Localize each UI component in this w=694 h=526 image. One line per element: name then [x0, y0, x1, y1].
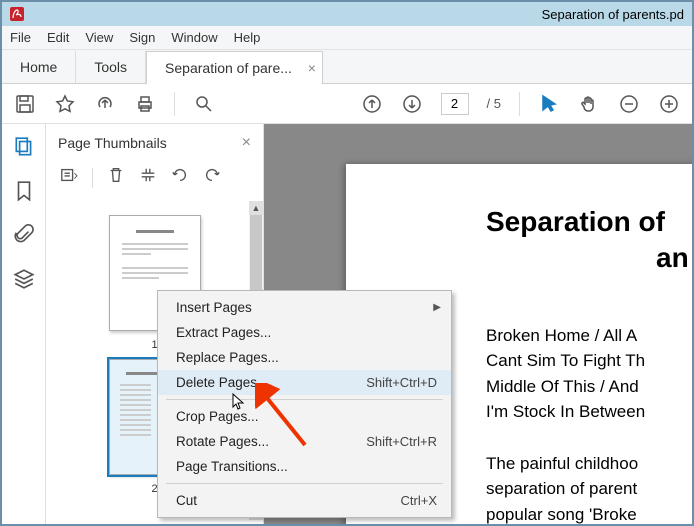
- page-down-icon[interactable]: [401, 93, 423, 115]
- window-title: Separation of parents.pd: [542, 7, 684, 22]
- rotate-ccw-icon[interactable]: [171, 166, 189, 189]
- panel-close-icon[interactable]: ×: [242, 134, 251, 152]
- zoom-in-icon[interactable]: [658, 93, 680, 115]
- delete-icon[interactable]: [107, 166, 125, 189]
- menu-edit[interactable]: Edit: [47, 30, 69, 45]
- insert-icon[interactable]: [139, 166, 157, 189]
- annotation-arrow-icon: [255, 383, 310, 456]
- toolbar: / 5: [2, 84, 692, 124]
- doc-heading: Separation of an: [486, 204, 692, 277]
- upload-icon[interactable]: [94, 93, 116, 115]
- save-icon[interactable]: [14, 93, 36, 115]
- star-icon[interactable]: [54, 93, 76, 115]
- search-icon[interactable]: [193, 93, 215, 115]
- menu-view[interactable]: View: [85, 30, 113, 45]
- tab-tools[interactable]: Tools: [76, 51, 146, 83]
- rotate-cw-icon[interactable]: [203, 166, 221, 189]
- print-icon[interactable]: [134, 93, 156, 115]
- separator: [519, 92, 520, 116]
- page-up-icon[interactable]: [361, 93, 383, 115]
- page-number-input[interactable]: [441, 93, 469, 115]
- attachment-icon[interactable]: [13, 224, 35, 246]
- tab-document[interactable]: Separation of pare... ×: [146, 51, 323, 84]
- cm-cut[interactable]: Cut Ctrl+X: [158, 488, 451, 513]
- thumbnails-icon[interactable]: [13, 136, 35, 158]
- cm-replace-pages[interactable]: Replace Pages...: [158, 345, 451, 370]
- cm-page-transitions[interactable]: Page Transitions...: [158, 454, 451, 479]
- cm-extract-pages[interactable]: Extract Pages...: [158, 320, 451, 345]
- hand-tool-icon[interactable]: [578, 93, 600, 115]
- bookmark-icon[interactable]: [13, 180, 35, 202]
- menu-file[interactable]: File: [10, 30, 31, 45]
- doc-paragraph: The painful childhoo separation of paren…: [486, 451, 692, 524]
- menu-sign[interactable]: Sign: [129, 30, 155, 45]
- titlebar: Separation of parents.pd: [2, 2, 692, 26]
- separator: [166, 483, 443, 484]
- layers-icon[interactable]: [13, 268, 35, 290]
- doc-paragraph: Broken Home / All A Cant Sim To Fight Th…: [486, 323, 692, 425]
- scroll-up-icon[interactable]: ▲: [249, 201, 263, 215]
- shortcut: Shift+Ctrl+R: [366, 434, 437, 449]
- shortcut: Ctrl+X: [401, 493, 437, 508]
- separator: [174, 92, 175, 116]
- menu-help[interactable]: Help: [234, 30, 261, 45]
- zoom-out-icon[interactable]: [618, 93, 640, 115]
- options-icon[interactable]: [60, 166, 78, 189]
- nav-rail: [2, 124, 46, 524]
- separator: [92, 168, 93, 188]
- close-icon[interactable]: ×: [308, 60, 316, 76]
- tabbar: Home Tools Separation of pare... ×: [2, 50, 692, 84]
- menu-window[interactable]: Window: [171, 30, 217, 45]
- panel-toolbar: [46, 162, 263, 197]
- select-tool-icon[interactable]: [538, 93, 560, 115]
- panel-title: Page Thumbnails: [58, 135, 167, 151]
- app-icon: [10, 7, 24, 21]
- cm-insert-pages[interactable]: Insert Pages ▶: [158, 295, 451, 320]
- page-total: / 5: [487, 96, 501, 111]
- menubar: File Edit View Sign Window Help: [2, 26, 692, 50]
- shortcut: Shift+Ctrl+D: [366, 375, 437, 390]
- panel-header: Page Thumbnails ×: [46, 124, 263, 162]
- tab-home[interactable]: Home: [2, 51, 76, 83]
- cursor-icon: [232, 393, 246, 416]
- submenu-arrow-icon: ▶: [433, 302, 441, 313]
